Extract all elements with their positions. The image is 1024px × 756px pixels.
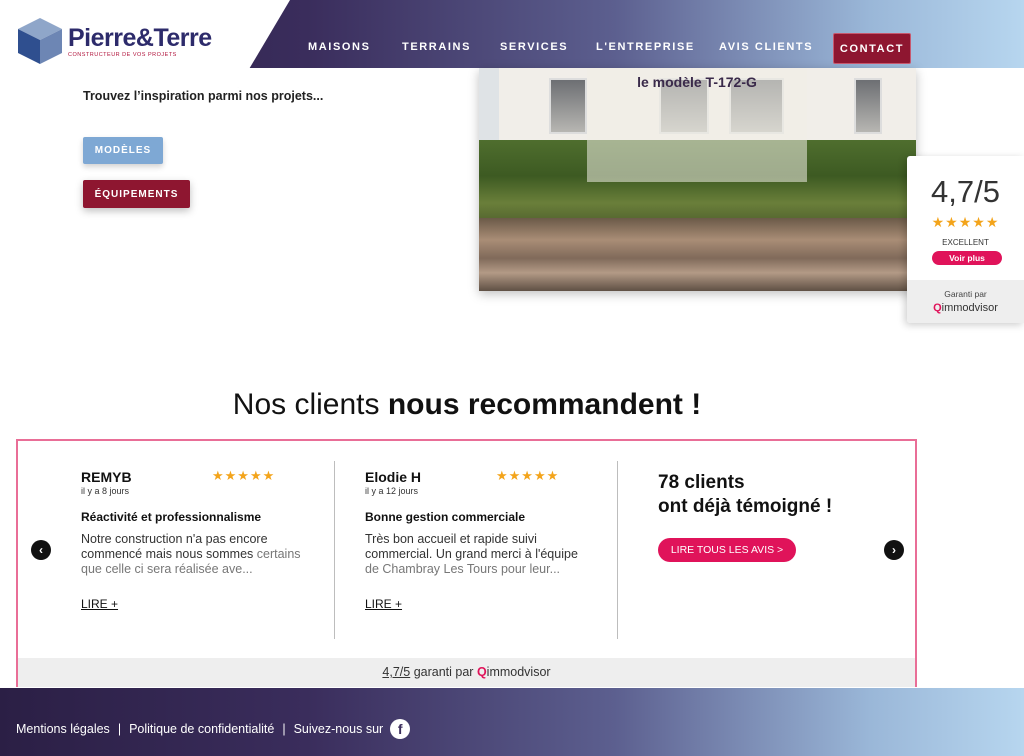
rating-stars-icon: ★★★★★ [931,214,1000,230]
footer-links: Mentions légales | Politique de confiden… [16,719,411,739]
section-title: Nos clients nous recommandent ! [0,388,934,422]
nav-item-services[interactable]: SERVICES [500,41,568,53]
contact-button[interactable]: CONTACT [833,33,911,64]
read-more-link[interactable]: LIRE + [365,597,402,611]
read-more-link[interactable]: LIRE + [81,597,118,611]
footer-separator: | [117,722,122,736]
review-text-main: Très bon accueil et rapide suivi commerc… [365,532,578,561]
review-date: il y a 8 jours [81,486,130,496]
section-title-part1: Nos clients [232,388,388,421]
immodvisor-mark-icon: Q [476,665,487,679]
review-title: Bonne gestion commerciale [365,510,526,524]
legal-notice-link[interactable]: Mentions légales [16,722,110,736]
reviews-footer-score[interactable]: 4,7/5 [382,665,410,679]
reviews-footer-text: garanti par [410,665,477,679]
rating-widget[interactable]: 4,7/5 ★★★★★ EXCELLENT Voir plus Garanti … [907,156,1024,323]
review-divider [334,461,335,639]
hero-image[interactable]: le modèle T-172-G [479,68,916,291]
chevron-right-icon[interactable]: › [884,540,904,560]
footer-bar: Mentions légales | Politique de confiden… [0,688,1024,756]
main-nav: MAISONS TERRAINS SERVICES L'ENTREPRISE A… [0,33,1024,64]
immodvisor-logo[interactable]: Qimmodvisor [907,302,1024,314]
nav-item-maisons[interactable]: MAISONS [308,41,371,53]
hero-window [549,78,587,134]
chevron-left-icon[interactable]: ‹ [31,540,51,560]
footer-separator: | [282,722,286,736]
clients-count-line2: ont déjà témoigné ! [658,496,833,517]
intro-text: Trouvez l’inspiration parmi nos projets.… [83,89,324,103]
hero-caption: le modèle T-172-G [637,74,757,90]
read-all-reviews-button[interactable]: LIRE TOUS LES AVIS > [658,538,796,562]
follow-us-text: Suivez-nous sur [293,722,384,736]
hero-water [479,218,916,291]
facebook-icon[interactable]: f [390,719,411,739]
review-author: Elodie H [365,469,422,485]
review-stars-icon: ★★★★★ [212,468,276,483]
nav-item-terrains[interactable]: TERRAINS [402,41,471,53]
rating-score: 4,7/5 [931,174,1000,209]
rating-footer: Garanti par Qimmodvisor [907,280,1024,323]
review-title: Réactivité et professionnalisme [81,510,262,524]
reviews-carousel: ‹ REMYB il y a 8 jours ★★★★★ Réactivité … [16,439,917,687]
review-author: REMYB [81,469,132,485]
immodvisor-brand: immodvisor [941,302,998,314]
review-card: Elodie H il y a 12 jours ★★★★★ Bonne ges… [365,441,605,641]
immodvisor-mark-icon: Q [933,302,942,314]
nav-item-entreprise[interactable]: L'ENTREPRISE [596,41,695,53]
rating-label: EXCELLENT [942,238,989,247]
reviews-footer-brand[interactable]: immodvisor [487,665,551,679]
review-card: REMYB il y a 8 jours ★★★★★ Réactivité et… [81,441,321,641]
review-text: Notre construction n'a pas encore commen… [81,532,311,577]
equipments-button[interactable]: ÉQUIPEMENTS [83,180,190,208]
review-date: il y a 12 jours [365,486,419,496]
review-divider [617,461,618,639]
review-text: Très bon accueil et rapide suivi commerc… [365,532,595,577]
review-stars-icon: ★★★★★ [496,468,560,483]
privacy-policy-link[interactable]: Politique de confidentialité [129,722,274,736]
models-button[interactable]: MODÈLES [83,137,163,164]
clients-count-line1: 78 clients [658,472,745,493]
section-title-part2: nous recommandent ! [387,388,702,421]
review-text-main: Notre construction n'a pas encore commen… [81,532,268,561]
see-more-button[interactable]: Voir plus [932,251,1002,265]
hero-window [854,78,882,134]
reviews-footer: 4,7/5 garanti par Qimmodvisor [18,658,915,687]
clients-count: 78 clients ont déjà témoigné ! [658,471,832,519]
guarantee-text: Garanti par [944,289,987,299]
nav-item-avis-clients[interactable]: AVIS CLIENTS [719,41,813,53]
review-text-fade: de Chambray Les Tours pour leur... [365,562,561,576]
